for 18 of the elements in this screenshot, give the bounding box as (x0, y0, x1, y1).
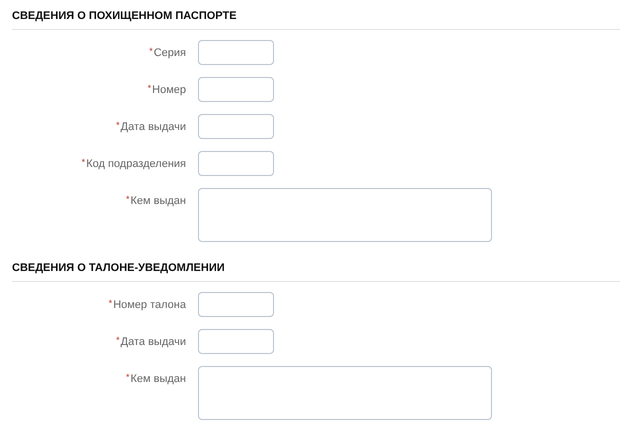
input-field[interactable] (198, 40, 274, 66)
field-label: *Код подразделения (80, 156, 186, 172)
field-label: *Серия (148, 45, 186, 62)
field-label: *Номер талона (108, 297, 186, 314)
section-heading: СВЕДЕНИЯ О ПОХИЩЕННОМ ПАСПОРТЕ (12, 9, 238, 24)
text-area[interactable] (198, 188, 492, 242)
input-field[interactable] (198, 151, 274, 176)
section-heading: СВЕДЕНИЯ О ТАЛОНЕ-УВЕДОМЛЕНИИ (12, 261, 226, 276)
text-area[interactable] (198, 366, 492, 420)
field-label: *Кем выдан (124, 371, 186, 388)
field-label: *Дата выдачи (115, 334, 186, 350)
input-field[interactable] (198, 329, 274, 354)
input-field[interactable] (198, 114, 274, 140)
input-field[interactable] (198, 77, 274, 102)
field-label: *Дата выдачи (115, 119, 186, 136)
input-field[interactable] (198, 292, 274, 318)
field-label: *Номер (146, 82, 186, 98)
field-label: *Кем выдан (124, 193, 186, 210)
